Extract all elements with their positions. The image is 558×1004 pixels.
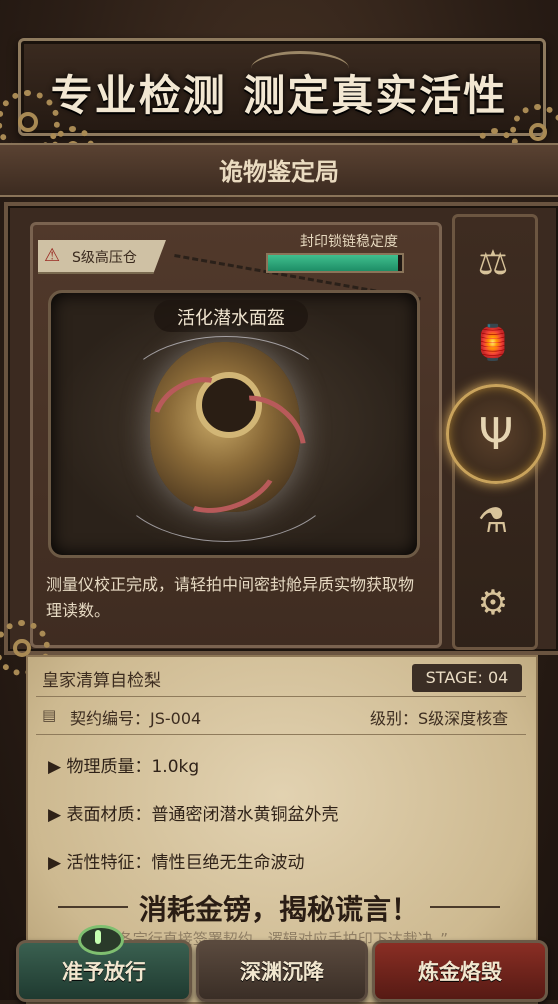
warning-label: S级高压仓 [72, 250, 137, 266]
report-title: 皇家清算自检梨 [42, 671, 161, 691]
eye-icon [78, 925, 124, 955]
page-headline: 专业检测 测定真实活性 [50, 71, 508, 120]
attribute-mass: ▶ 物理质量：1.0kg [48, 757, 200, 777]
mushroom-lantern-icon[interactable]: 🏮 [462, 312, 524, 374]
seal-stability-bar [266, 253, 404, 273]
attribute-material: ▶ 表面材质：普通密闭潜水黄铜盆外壳 [48, 805, 339, 825]
alchemy-burn-button[interactable]: 炼金烙毁 [372, 940, 548, 1002]
potion-bottles-icon[interactable]: ⚗ [462, 490, 524, 552]
divider [36, 696, 526, 697]
brass-device-icon[interactable]: ⚙ [462, 572, 524, 634]
attribute-activity: ▶ 活性特征：情性巨绝无生命波动 [48, 853, 305, 873]
stage-badge: STAGE: 04 [412, 664, 522, 692]
document-icon: ▤ [42, 706, 57, 724]
reveal-call-to-action[interactable]: 消耗金镑，揭秘谎言！ [0, 888, 558, 928]
contract-number: 契约编号：JS-004 [70, 709, 202, 728]
review-level: 级别：S级深度核查 [370, 709, 509, 728]
divider [36, 734, 526, 735]
abyss-sink-button[interactable]: 深渊沉降 [196, 940, 368, 1002]
tuning-fork-icon[interactable]: Ψ [446, 384, 546, 484]
instruction-text: 测量仪校正完成，请轻拍中间密封舱异质实物获取物理读数。 [46, 575, 415, 620]
warning-triangle-icon: ⚠ [44, 245, 61, 266]
seal-stability-fill [268, 255, 398, 271]
game-screen: 专业检测 测定真实活性 诡物鉴定局 ⚠ S级高压仓 封印锁链稳定度 活化潜水面盔… [0, 0, 558, 1004]
item-name: 活化潜水面盔 [177, 308, 285, 329]
scales-skull-icon[interactable]: ⚖ [462, 232, 524, 294]
bureau-title: 诡物鉴定局 [219, 158, 339, 186]
divider [430, 906, 500, 908]
seal-stability-label: 封印锁链稳定度 [300, 234, 398, 250]
